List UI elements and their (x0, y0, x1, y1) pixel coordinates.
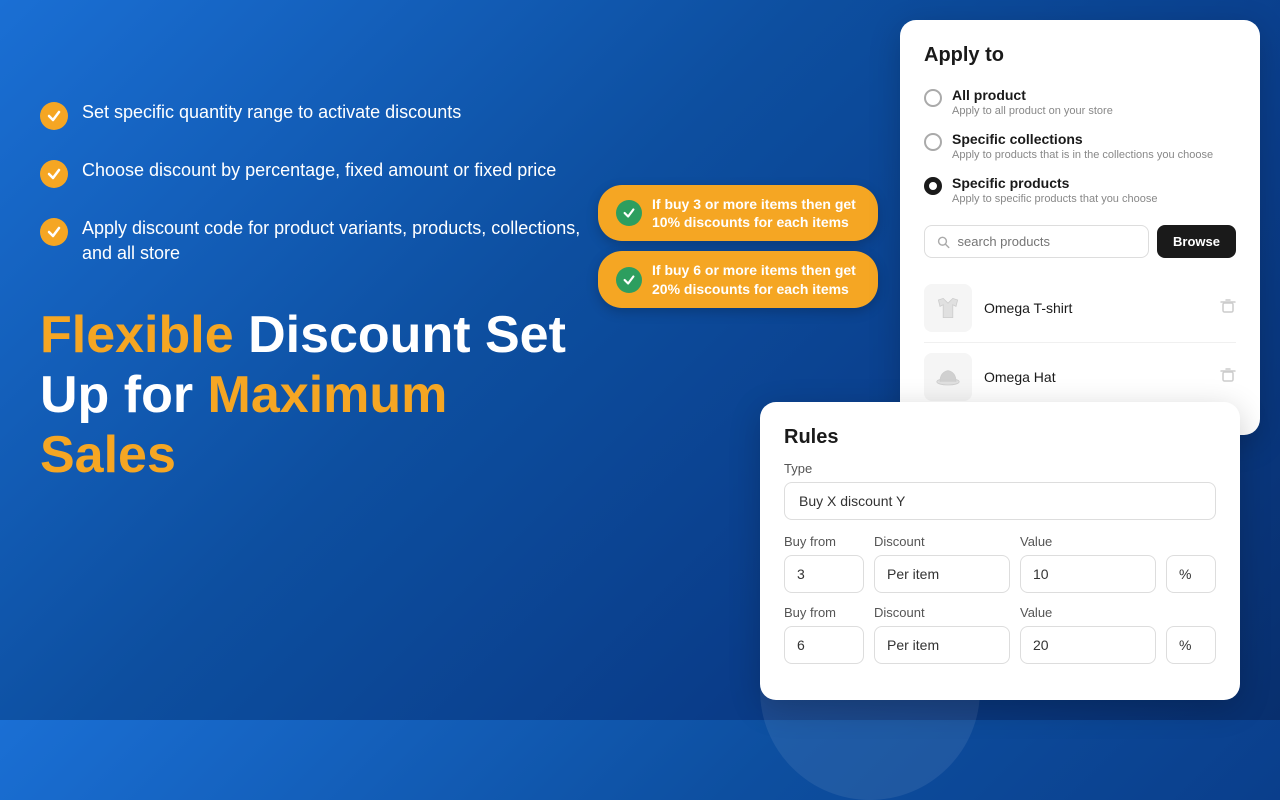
check-icon-1 (40, 102, 68, 130)
feature-text-1: Set specific quantity range to activate … (82, 100, 461, 125)
value-label-1: Value (1020, 534, 1156, 549)
radio-label-specific-collections: Specific collections (952, 131, 1213, 147)
search-input[interactable] (958, 234, 1136, 249)
product-name-2: Omega Hat (984, 369, 1208, 385)
radio-all-product[interactable] (924, 89, 942, 107)
headline-discount-set: Discount Set (248, 306, 566, 364)
badge-text-1: If buy 3 or more items then get 10% disc… (652, 195, 860, 231)
buy-from-group-1: Buy from (784, 534, 864, 593)
radio-option-all-product[interactable]: All product Apply to all product on your… (924, 87, 1236, 117)
feature-list: Set specific quantity range to activate … (40, 100, 600, 266)
headline-maximum: Maximum (208, 366, 448, 424)
radio-desc-specific-products: Apply to specific products that you choo… (952, 193, 1157, 205)
product-list: Omega T-shirt Omega Hat (924, 274, 1236, 411)
product-item-2: Omega Hat (924, 343, 1236, 411)
product-name-1: Omega T-shirt (984, 300, 1208, 316)
badge-check-icon-2 (616, 267, 642, 293)
headline: Flexible Discount Set Up for Maximum Sal… (40, 306, 600, 485)
discount-label-2: Discount (874, 605, 1010, 620)
feature-item-1: Set specific quantity range to activate … (40, 100, 600, 130)
headline-up-for: Up for (40, 366, 208, 424)
buy-from-group-2: Buy from (784, 605, 864, 664)
radio-desc-specific-collections: Apply to products that is in the collect… (952, 149, 1213, 161)
buy-from-input-1[interactable] (784, 555, 864, 593)
feature-text-2: Choose discount by percentage, fixed amo… (82, 158, 556, 183)
discount-group-1: Discount (874, 534, 1010, 593)
discount-label-1: Discount (874, 534, 1010, 549)
radio-label-all-product: All product (952, 87, 1113, 103)
headline-sales: Sales (40, 426, 176, 484)
rules-card: Rules Type Buy from Discount Value Buy f… (760, 402, 1240, 700)
rule-row-2: Buy from Discount Value (784, 605, 1216, 664)
radio-group: All product Apply to all product on your… (924, 87, 1236, 205)
discount-input-1[interactable] (874, 555, 1010, 593)
radio-option-specific-collections[interactable]: Specific collections Apply to products t… (924, 131, 1236, 161)
discount-badge-2: If buy 6 or more items then get 20% disc… (598, 251, 878, 307)
badge-text-2: If buy 6 or more items then get 20% disc… (652, 261, 860, 297)
rule-row-1: Buy from Discount Value (784, 534, 1216, 593)
unit-label-2 (1166, 605, 1216, 620)
apply-to-title: Apply to (924, 44, 1236, 67)
unit-group-2 (1166, 605, 1216, 664)
discount-input-2[interactable] (874, 626, 1010, 664)
product-thumb-1 (924, 284, 972, 332)
radio-option-specific-products[interactable]: Specific products Apply to specific prod… (924, 175, 1236, 205)
value-input-1[interactable] (1020, 555, 1156, 593)
unit-input-1[interactable] (1166, 555, 1216, 593)
search-row: Browse (924, 225, 1236, 258)
product-item-1: Omega T-shirt (924, 274, 1236, 343)
search-input-wrap[interactable] (924, 225, 1149, 258)
search-icon (937, 235, 950, 249)
radio-label-specific-products: Specific products (952, 175, 1157, 191)
type-label: Type (784, 461, 1216, 476)
badge-check-icon-1 (616, 200, 642, 226)
buy-from-label-2: Buy from (784, 605, 864, 620)
delete-icon-2[interactable] (1220, 367, 1236, 388)
buy-from-label-1: Buy from (784, 534, 864, 549)
rules-title: Rules (784, 426, 1216, 449)
browse-button[interactable]: Browse (1157, 225, 1236, 258)
discount-badge-1: If buy 3 or more items then get 10% disc… (598, 185, 878, 241)
badge-container: If buy 3 or more items then get 10% disc… (598, 185, 878, 308)
unit-label-1 (1166, 534, 1216, 549)
check-icon-3 (40, 218, 68, 246)
apply-to-card: Apply to All product Apply to all produc… (900, 20, 1260, 435)
value-label-2: Value (1020, 605, 1156, 620)
delete-icon-1[interactable] (1220, 298, 1236, 319)
product-thumb-2 (924, 353, 972, 401)
buy-from-input-2[interactable] (784, 626, 864, 664)
headline-flexible: Flexible (40, 306, 248, 364)
left-section: Set specific quantity range to activate … (40, 100, 600, 486)
radio-desc-all-product: Apply to all product on your store (952, 105, 1113, 117)
feature-text-3: Apply discount code for product variants… (82, 216, 600, 266)
radio-specific-collections[interactable] (924, 133, 942, 151)
value-input-2[interactable] (1020, 626, 1156, 664)
unit-group-1 (1166, 534, 1216, 593)
radio-specific-products[interactable] (924, 177, 942, 195)
feature-item-2: Choose discount by percentage, fixed amo… (40, 158, 600, 188)
value-group-1: Value (1020, 534, 1156, 593)
discount-group-2: Discount (874, 605, 1010, 664)
unit-input-2[interactable] (1166, 626, 1216, 664)
check-icon-2 (40, 160, 68, 188)
feature-item-3: Apply discount code for product variants… (40, 216, 600, 266)
value-group-2: Value (1020, 605, 1156, 664)
type-input[interactable] (784, 482, 1216, 520)
